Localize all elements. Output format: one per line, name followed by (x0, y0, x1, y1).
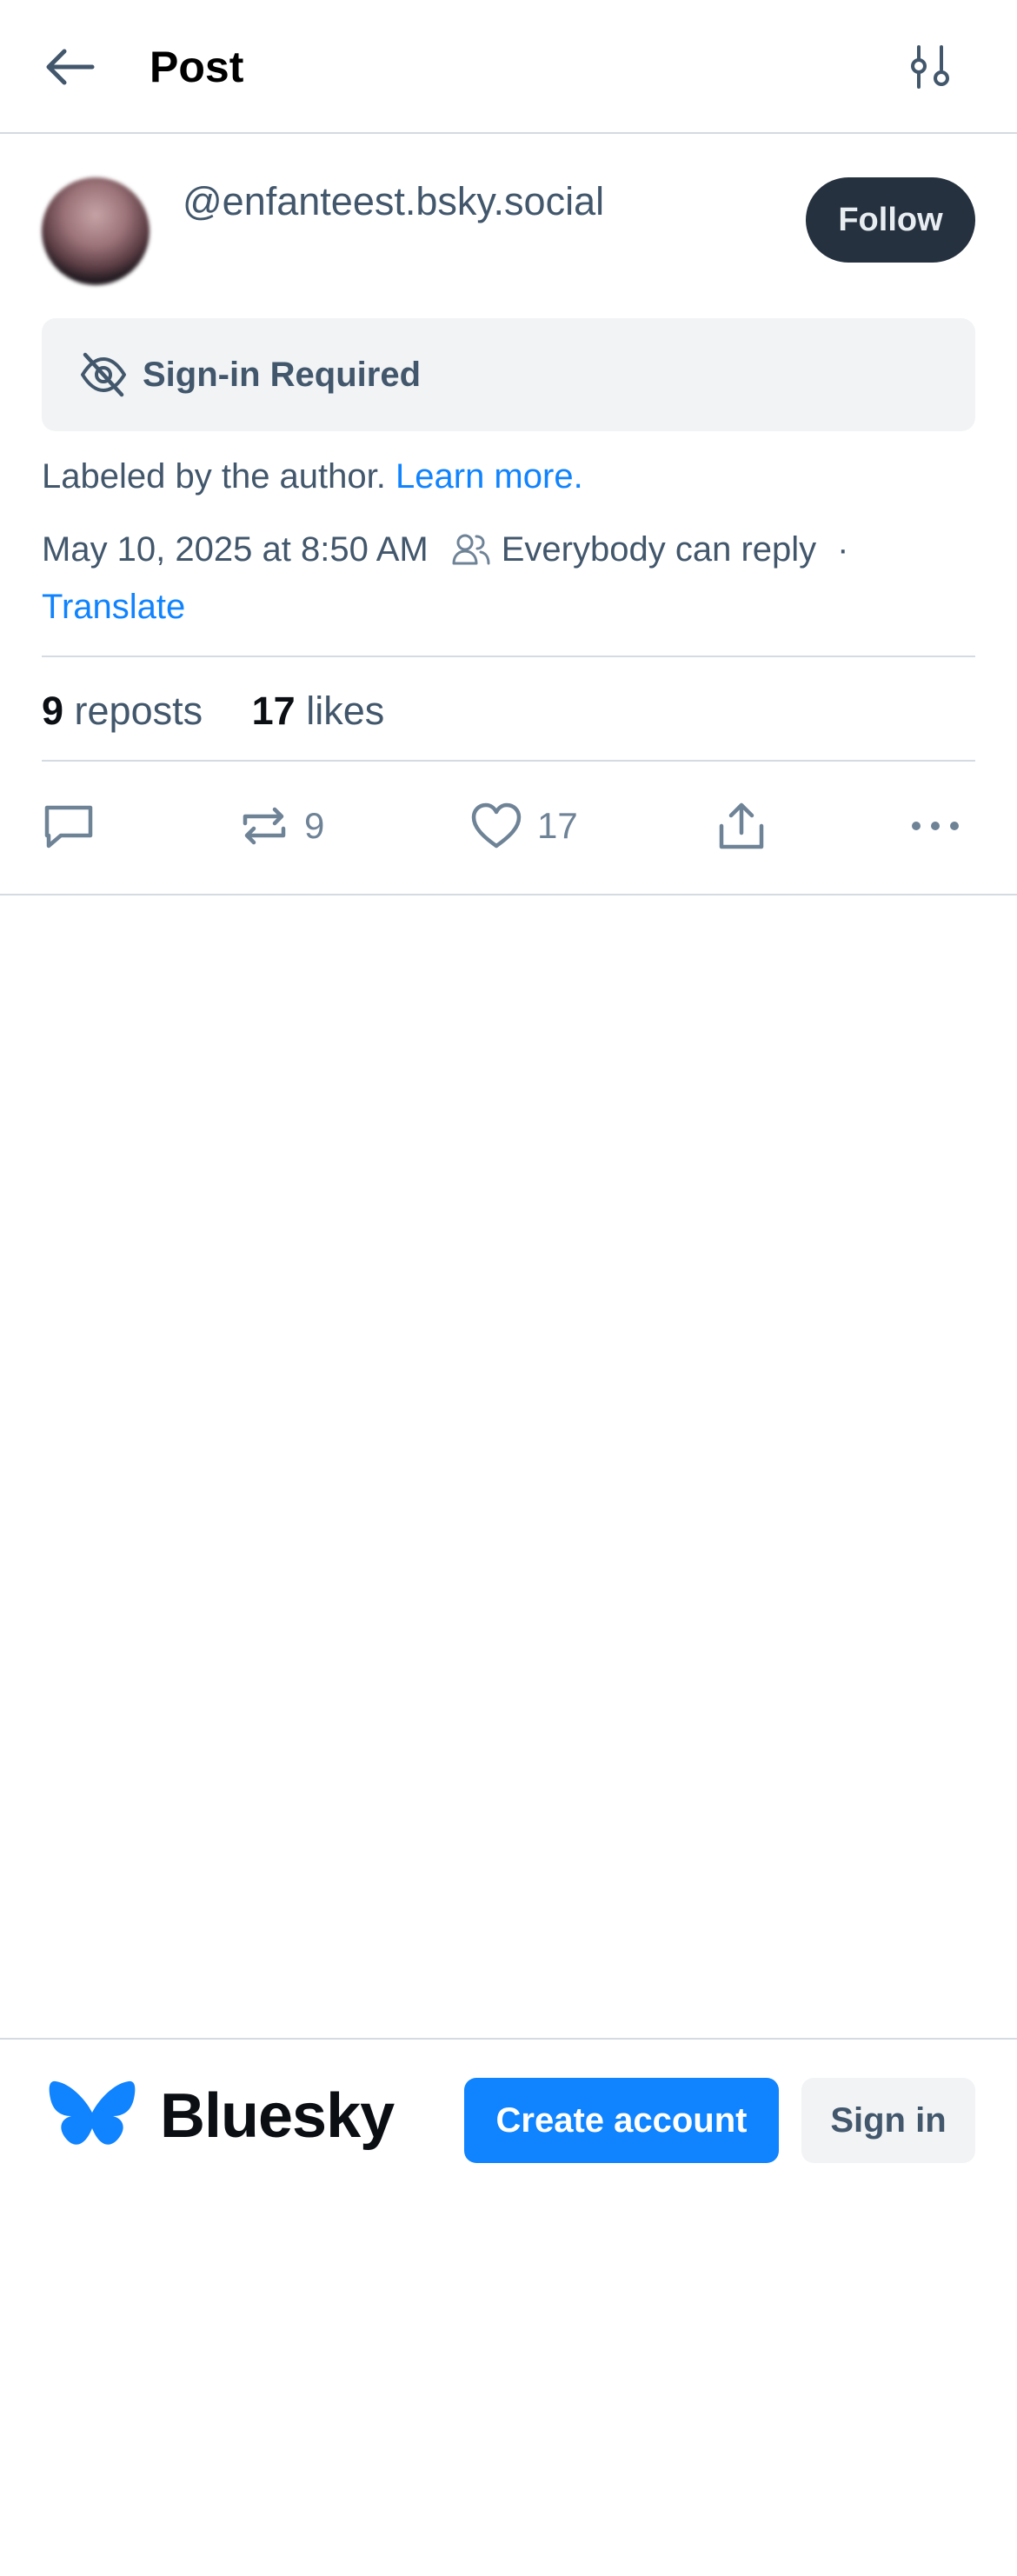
avatar[interactable] (42, 177, 150, 285)
translate-link[interactable]: Translate (42, 582, 185, 631)
arrow-left-icon (46, 49, 95, 85)
more-options-button[interactable] (909, 798, 961, 854)
share-button[interactable] (716, 798, 767, 854)
people-icon (452, 534, 490, 565)
ellipsis-icon (912, 822, 959, 830)
butterfly-icon (49, 2080, 136, 2145)
label-notice: Labeled by the author. Learn more. (42, 452, 583, 501)
like-button[interactable]: 17 (469, 798, 578, 854)
repost-count: 9 (304, 805, 325, 846)
repost-button[interactable]: 9 (238, 798, 324, 854)
heart-icon (471, 802, 522, 849)
post-meta: May 10, 2025 at 8:50 AM Everybody can re… (42, 525, 848, 574)
post-actions: 9 17 (0, 765, 1017, 895)
bluesky-logo[interactable]: Bluesky (49, 2078, 395, 2154)
reposts-count: 9 (42, 689, 64, 733)
share-icon (719, 802, 764, 849)
reposts-stat[interactable]: 9 reposts (42, 689, 203, 733)
meta-separator: · (837, 530, 849, 569)
divider (42, 760, 975, 762)
page-title: Post (150, 43, 244, 91)
reposts-label: reposts (74, 689, 203, 733)
like-count: 17 (537, 805, 578, 846)
reply-setting[interactable]: Everybody can reply (502, 525, 816, 574)
sign-in-required-text: Sign-in Required (143, 355, 421, 394)
thread-settings-button[interactable] (897, 37, 963, 97)
sign-in-required-notice[interactable]: Sign-in Required (42, 318, 975, 431)
reply-button[interactable] (42, 798, 96, 854)
likes-label: likes (306, 689, 385, 733)
learn-more-link[interactable]: Learn more. (396, 457, 583, 496)
eye-slash-icon (81, 352, 126, 397)
create-account-button[interactable]: Create account (464, 2078, 779, 2163)
divider (42, 656, 975, 657)
post-divider (0, 894, 1017, 895)
post-timestamp: May 10, 2025 at 8:50 AM (42, 530, 429, 569)
brand-name: Bluesky (160, 2081, 395, 2151)
post-stats: 9 reposts 17 likes (42, 685, 384, 737)
back-button[interactable] (42, 37, 115, 97)
follow-button[interactable]: Follow (806, 177, 975, 263)
label-text: Labeled by the author. (42, 457, 386, 496)
author-handle[interactable]: @enfanteest.bsky.social (183, 174, 604, 230)
likes-count: 17 (251, 689, 296, 733)
sign-in-button[interactable]: Sign in (801, 2078, 975, 2163)
repost-icon (243, 807, 286, 845)
likes-stat[interactable]: 17 likes (252, 689, 385, 733)
sliders-icon (911, 45, 949, 89)
reply-icon (44, 805, 93, 849)
